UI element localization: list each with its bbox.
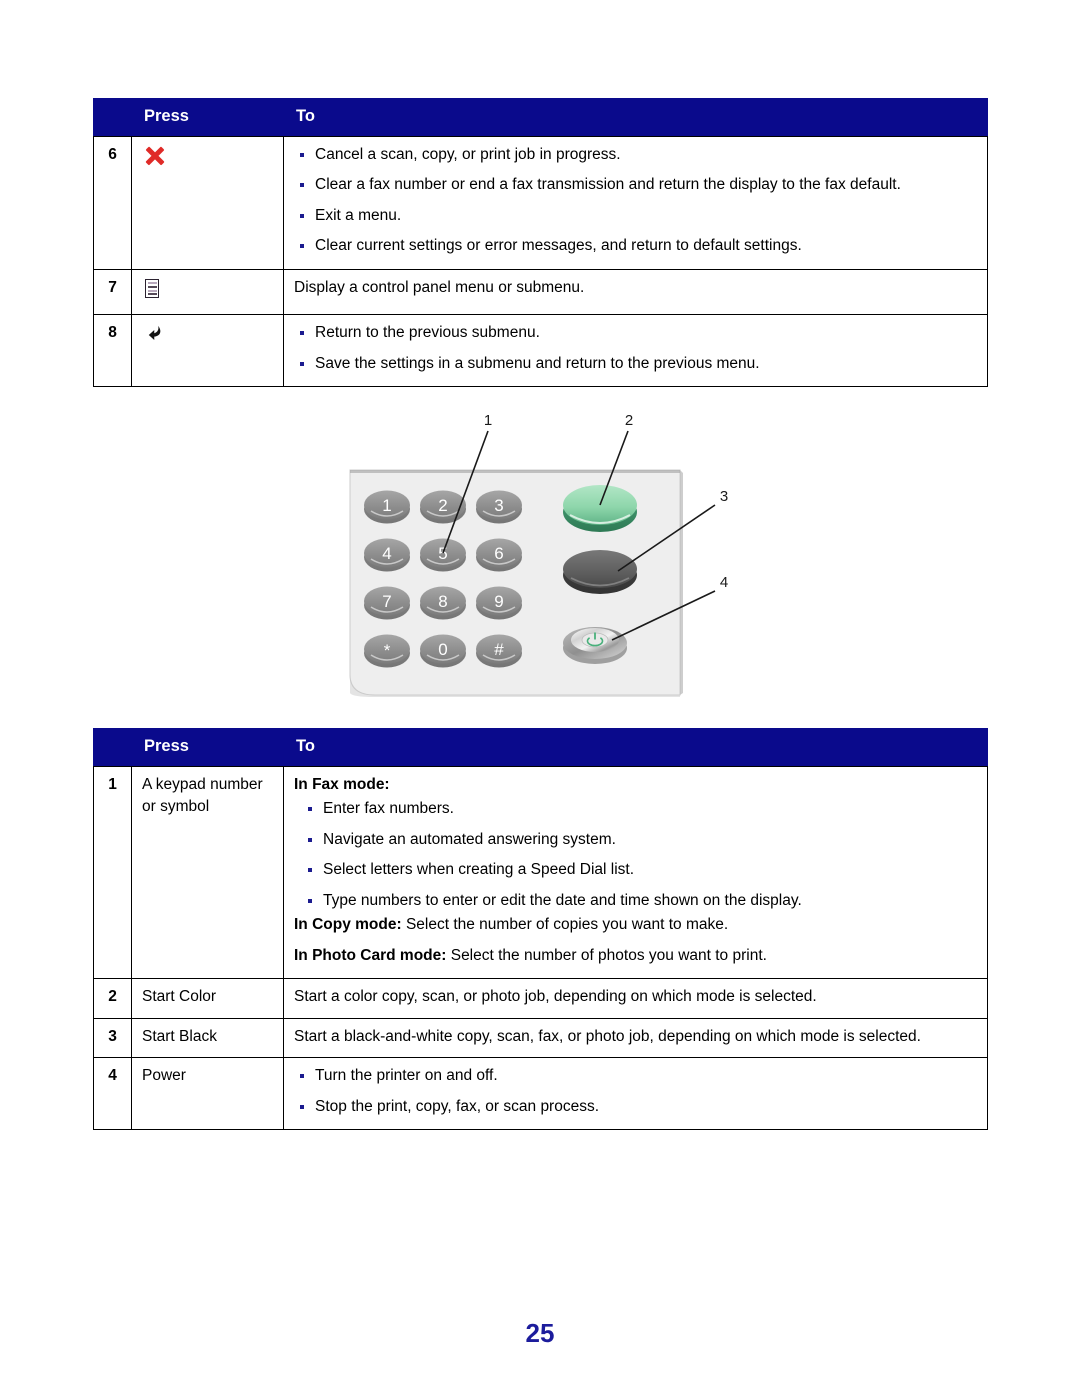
column-header-index xyxy=(93,98,132,137)
mode-line-copy: In Copy mode: Select the number of copie… xyxy=(294,914,977,936)
menu-icon xyxy=(145,278,159,298)
column-header-index xyxy=(93,728,132,767)
cancel-x-icon xyxy=(144,146,165,167)
row-index: 7 xyxy=(93,268,132,316)
svg-text:9: 9 xyxy=(494,592,503,611)
keypad-key-star: * xyxy=(364,634,410,668)
press-cell-start-black: Start Black xyxy=(131,1017,284,1059)
description-cell: In Fax mode: Enter fax numbers. Navigate… xyxy=(283,765,988,980)
description-cell: Turn the printer on and off. Stop the pr… xyxy=(283,1057,988,1131)
column-header-to: To xyxy=(283,98,988,137)
list-item: Cancel a scan, copy, or print job in pro… xyxy=(294,144,977,166)
svg-text:1: 1 xyxy=(382,496,391,515)
table-row: 4 Power Turn the printer on and off. Sto… xyxy=(93,1057,988,1131)
column-header-to: To xyxy=(283,728,988,767)
list-item: Save the settings in a submenu and retur… xyxy=(294,353,977,375)
keypad-key-9: 9 xyxy=(476,586,522,620)
table-row: 2 Start Color Start a color copy, scan, … xyxy=(93,978,988,1019)
description-cell: Return to the previous submenu. Save the… xyxy=(283,314,988,388)
description-cell: Cancel a scan, copy, or print job in pro… xyxy=(283,135,988,270)
callout-label-1: 1 xyxy=(484,412,492,429)
list-item: Clear current settings or error messages… xyxy=(294,235,977,257)
mode-line-photo-card-text: Select the number of photos you want to … xyxy=(446,946,767,964)
list-item: Stop the print, copy, fax, or scan proce… xyxy=(294,1096,977,1118)
svg-text:#: # xyxy=(494,640,504,659)
back-arrow-icon xyxy=(144,323,166,345)
press-cell-power: Power xyxy=(131,1057,284,1131)
bullet-list: Turn the printer on and off. Stop the pr… xyxy=(294,1065,977,1118)
svg-text:2: 2 xyxy=(438,496,447,515)
table-row: 7 Display a control panel menu or submen… xyxy=(93,268,988,316)
mode-heading-fax: In Fax mode: xyxy=(294,774,977,796)
callout-label-2: 2 xyxy=(625,412,633,429)
mode-line-copy-label: In Copy mode: xyxy=(294,916,402,934)
start-color-button xyxy=(563,485,637,532)
keypad-key-2: 2 xyxy=(420,490,466,524)
svg-text:4: 4 xyxy=(382,544,391,563)
keypad-key-hash: # xyxy=(476,634,522,668)
callout-label-3: 3 xyxy=(720,488,728,505)
svg-text:0: 0 xyxy=(438,640,447,659)
column-header-press: Press xyxy=(131,728,284,767)
mode-line-photo-card-label: In Photo Card mode: xyxy=(294,946,447,964)
mode-line-copy-text: Select the number of copies you want to … xyxy=(401,916,729,934)
start-black-button xyxy=(563,550,637,594)
press-cell-start-color: Start Color xyxy=(131,978,284,1019)
row-index: 6 xyxy=(93,135,132,270)
press-cell-back xyxy=(131,314,284,388)
keypad-key-0: 0 xyxy=(420,634,466,668)
description-cell: Start a color copy, scan, or photo job, … xyxy=(283,978,988,1019)
list-item: Return to the previous submenu. xyxy=(294,322,977,344)
list-item: Select letters when creating a Speed Dia… xyxy=(302,859,977,881)
keypad-key-5: 5 xyxy=(420,538,466,572)
svg-text:3: 3 xyxy=(494,496,503,515)
table-header-row: Press To xyxy=(93,728,988,767)
svg-text:5: 5 xyxy=(438,544,447,563)
list-item: Type numbers to enter or edit the date a… xyxy=(302,890,977,912)
keypad-key-8: 8 xyxy=(420,586,466,620)
row-index: 2 xyxy=(93,978,132,1019)
table-row: 1 A keypad number or symbol In Fax mode:… xyxy=(93,765,988,980)
keypad-key-3: 3 xyxy=(476,490,522,524)
callout-label-4: 4 xyxy=(720,574,728,591)
keypad-key-4: 4 xyxy=(364,538,410,572)
svg-text:*: * xyxy=(384,641,391,660)
keypad-key-7: 7 xyxy=(364,586,410,620)
press-cell-cancel xyxy=(131,135,284,270)
description-cell: Display a control panel menu or submenu. xyxy=(283,268,988,316)
control-panel-buttons-table-top: Press To 6 Cancel a scan, copy, or print… xyxy=(93,98,988,388)
row-index: 4 xyxy=(93,1057,132,1131)
row-index: 8 xyxy=(93,314,132,388)
row-index: 3 xyxy=(93,1017,132,1059)
table-header-row: Press To xyxy=(93,98,988,137)
page-number: 25 xyxy=(525,1318,555,1348)
row-index: 1 xyxy=(93,765,132,980)
svg-text:6: 6 xyxy=(494,544,503,563)
list-item: Exit a menu. xyxy=(294,205,977,227)
document-page: Press To 6 Cancel a scan, copy, or print… xyxy=(0,0,1080,1397)
control-panel-keypad-illustration: 1 2 3 4 5 6 7 8 9 * 0 # 1 2 3 4 xyxy=(330,405,760,710)
bullet-list: Cancel a scan, copy, or print job in pro… xyxy=(294,144,977,258)
description-cell: Start a black-and-white copy, scan, fax,… xyxy=(283,1017,988,1059)
power-button xyxy=(563,627,627,664)
table-row: 3 Start Black Start a black-and-white co… xyxy=(93,1017,988,1059)
press-cell-keypad: A keypad number or symbol xyxy=(131,765,284,980)
svg-text:7: 7 xyxy=(382,592,391,611)
list-item: Navigate an automated answering system. xyxy=(302,829,977,851)
svg-text:8: 8 xyxy=(438,592,447,611)
list-item: Turn the printer on and off. xyxy=(294,1065,977,1087)
control-panel-buttons-table-bottom: Press To 1 A keypad number or symbol In … xyxy=(93,728,988,1131)
press-cell-menu xyxy=(131,268,284,316)
table-row: 6 Cancel a scan, copy, or print job in p… xyxy=(93,135,988,270)
keypad-key-1: 1 xyxy=(364,490,410,524)
mode-line-photo-card: In Photo Card mode: Select the number of… xyxy=(294,945,977,967)
list-item: Enter fax numbers. xyxy=(302,798,977,820)
bullet-list: Enter fax numbers. Navigate an automated… xyxy=(302,798,977,912)
mode-heading-fax-label: In Fax mode: xyxy=(294,775,390,793)
column-header-press: Press xyxy=(131,98,284,137)
list-item: Clear a fax number or end a fax transmis… xyxy=(294,174,977,196)
keypad-key-6: 6 xyxy=(476,538,522,572)
table-row: 8 Return to the previous submenu. Save t… xyxy=(93,314,988,388)
bullet-list: Return to the previous submenu. Save the… xyxy=(294,322,977,375)
